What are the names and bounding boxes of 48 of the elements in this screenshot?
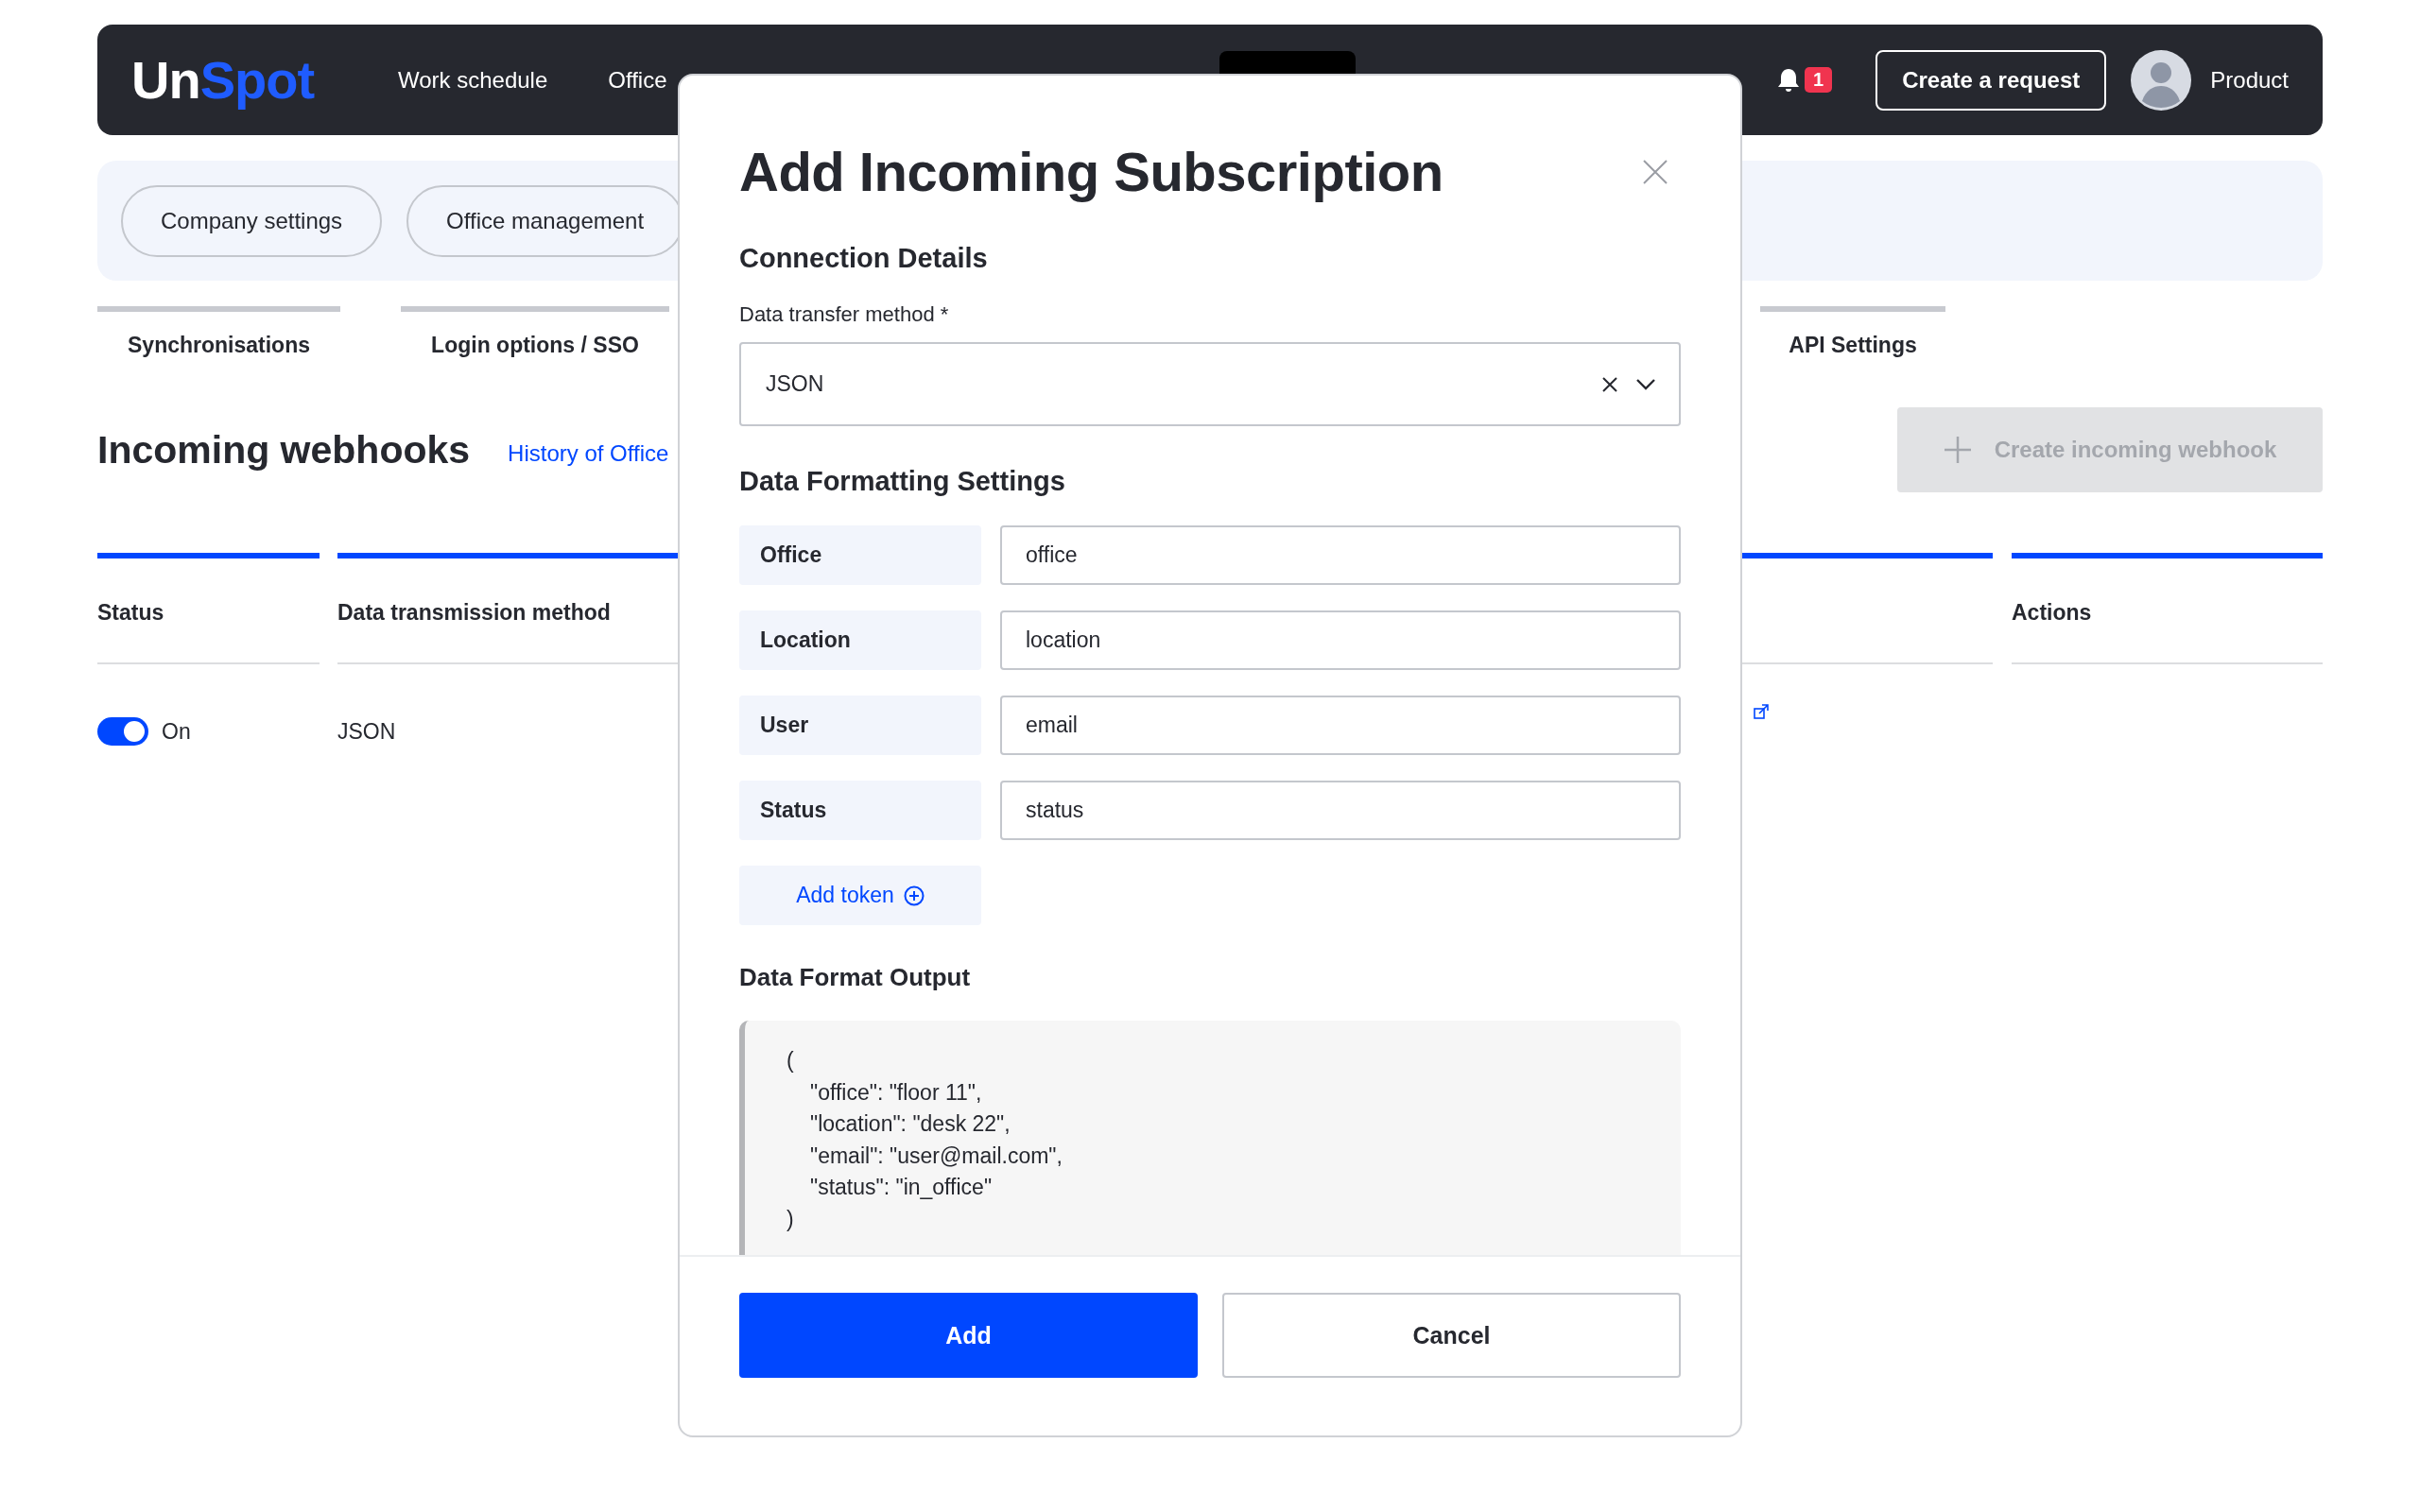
nav-link[interactable]: Work schedule — [398, 66, 548, 94]
token-label: Status — [739, 781, 981, 840]
code-line: "location": "desk 22", — [809, 1110, 1011, 1138]
add-token-button[interactable]: Add token — [739, 866, 981, 925]
column-header: Actions — [2012, 553, 2323, 664]
create-request-button[interactable]: Create a request — [1876, 49, 2107, 111]
external-link-icon[interactable] — [1754, 704, 1769, 719]
code-line: ( — [786, 1047, 795, 1074]
toggle-switch[interactable] — [97, 717, 148, 746]
column-header: Status — [97, 553, 320, 664]
token-label: Location — [739, 610, 981, 670]
add-button[interactable]: Add — [739, 1293, 1198, 1378]
status-text: On — [162, 718, 191, 745]
add-circle-icon — [903, 885, 925, 906]
tab[interactable]: Login options / SSO — [401, 306, 669, 358]
code-line: "office": "floor 11", — [809, 1078, 983, 1107]
field-label: Data transfer method * — [739, 302, 950, 327]
token-label: Office — [739, 525, 981, 585]
nav-link[interactable]: Office — [608, 66, 667, 94]
bell-icon[interactable] — [1776, 66, 1802, 94]
close-icon[interactable] — [1643, 159, 1668, 184]
chevron-down-icon[interactable] — [1635, 377, 1656, 391]
tab[interactable]: Synchronisations — [97, 306, 340, 358]
token-field[interactable]: status — [1000, 781, 1681, 840]
dialog-title: Add Incoming Subscription — [739, 140, 1443, 203]
clear-icon[interactable] — [1601, 375, 1618, 393]
settings-pill[interactable]: Company settings — [121, 184, 383, 257]
avatar-icon[interactable] — [2131, 49, 2192, 111]
section-heading: Data Formatting Settings — [739, 466, 1066, 497]
token-label: User — [739, 696, 981, 755]
history-link[interactable]: History of Office — [508, 440, 669, 467]
code-line: "status": "in_office" — [809, 1174, 994, 1201]
section-heading: Connection Details — [739, 243, 989, 274]
token-field[interactable]: email — [1000, 696, 1681, 755]
table-cell: JSON — [337, 718, 396, 745]
notification-badge: 1 — [1805, 67, 1833, 93]
tab[interactable]: API Settings — [1760, 306, 1945, 358]
user-name[interactable]: Product — [2210, 66, 2289, 94]
logo[interactable]: UnSpot — [131, 49, 398, 111]
token-field[interactable]: office — [1000, 525, 1681, 585]
cancel-button[interactable]: Cancel — [1222, 1293, 1681, 1378]
token-field[interactable]: location — [1000, 610, 1681, 670]
code-line: "email": "user@mail.com", — [809, 1142, 1063, 1170]
plus-icon — [1943, 436, 1972, 464]
section-heading: Data Format Output — [739, 963, 972, 992]
code-line: ) — [786, 1205, 795, 1233]
page-title: Incoming webhooks — [97, 427, 471, 472]
method-select[interactable]: JSON — [739, 342, 1681, 426]
